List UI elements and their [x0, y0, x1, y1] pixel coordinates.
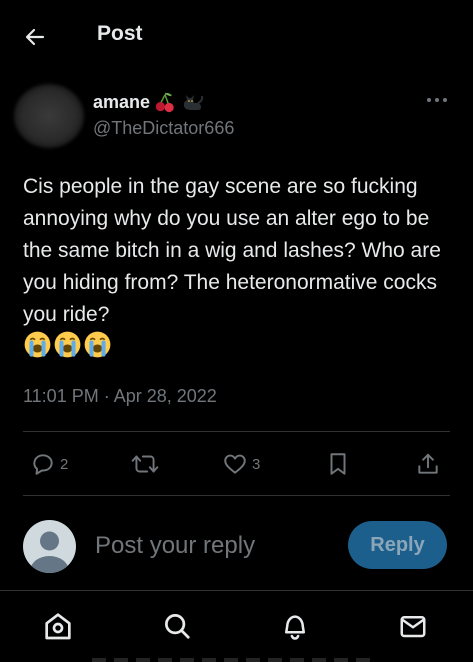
- divider: [23, 495, 450, 496]
- author-avatar[interactable]: [14, 84, 84, 148]
- like-count: 3: [252, 455, 261, 473]
- author-handle[interactable]: @TheDictator666: [93, 118, 234, 139]
- tweet-text: Cis people in the gay scene are so fucki…: [23, 175, 441, 326]
- cherries-emoji: [155, 92, 174, 113]
- share-icon: [418, 453, 438, 474]
- nav-home[interactable]: [41, 609, 75, 643]
- repost-icon: [131, 455, 159, 473]
- divider: [23, 431, 450, 432]
- bookmark-action[interactable]: [326, 449, 350, 479]
- like-action[interactable]: 3: [222, 449, 260, 479]
- author-name-row[interactable]: amane: [93, 91, 204, 113]
- loudly-crying-face-emoji: [24, 331, 51, 358]
- back-button[interactable]: [18, 20, 52, 54]
- nav-messages[interactable]: [396, 609, 430, 643]
- default-avatar-icon: [30, 531, 69, 573]
- nav-notifications[interactable]: [278, 609, 312, 643]
- bookmark-icon: [330, 453, 346, 475]
- reply-icon: [33, 454, 53, 475]
- page-title: Post: [97, 22, 143, 45]
- post-header: Post: [0, 0, 473, 70]
- messages-icon: [400, 616, 426, 638]
- share-action[interactable]: [415, 449, 441, 479]
- loudly-crying-face-emoji: [54, 331, 81, 358]
- more-horizontal-icon: [427, 98, 447, 102]
- reply-button[interactable]: Reply: [348, 521, 447, 569]
- arrow-left-icon: [25, 28, 45, 46]
- search-icon: [165, 614, 190, 639]
- author-display-name[interactable]: amane: [93, 92, 150, 113]
- like-icon: [224, 454, 246, 474]
- nav-search[interactable]: [160, 609, 194, 643]
- bottom-nav-divider: [0, 590, 473, 591]
- black-cat-emoji: [183, 95, 204, 110]
- more-options-button[interactable]: [424, 90, 450, 110]
- reply-action[interactable]: 2: [30, 449, 68, 479]
- offscreen-content-peek: [92, 658, 372, 662]
- notifications-icon: [285, 615, 305, 640]
- loudly-crying-face-emoji: [84, 331, 111, 358]
- tweet-timestamp[interactable]: 11:01 PM · Apr 28, 2022: [23, 386, 217, 407]
- reply-input[interactable]: [95, 528, 335, 564]
- tweet-emojis: [23, 330, 112, 359]
- reply-avatar: [23, 520, 76, 573]
- reply-count: 2: [60, 455, 69, 473]
- repost-action[interactable]: [130, 449, 164, 479]
- home-icon: [45, 613, 71, 640]
